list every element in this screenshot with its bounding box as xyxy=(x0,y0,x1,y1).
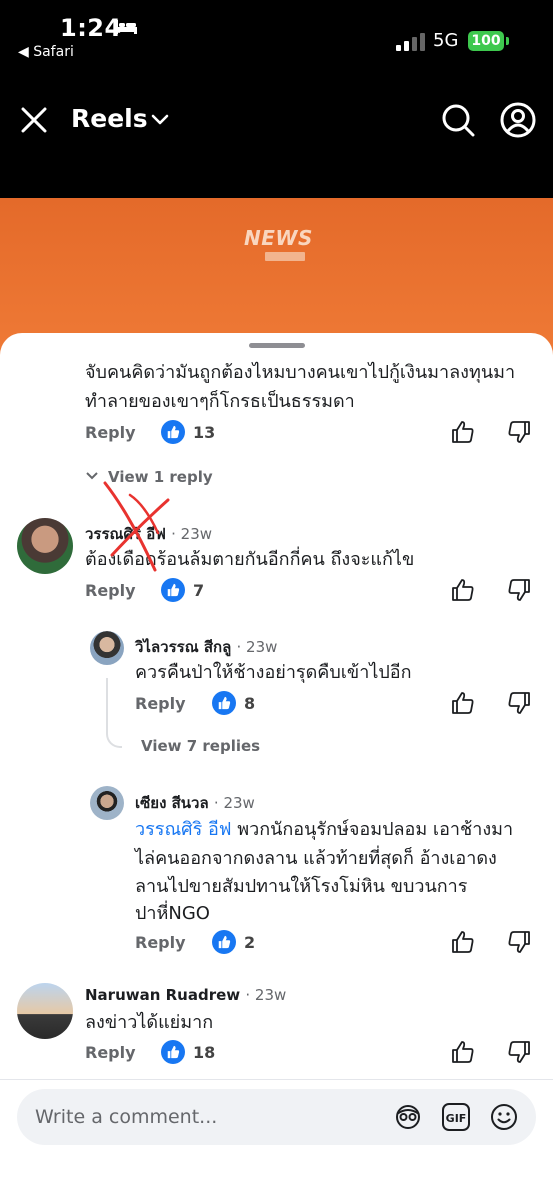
profile-icon[interactable] xyxy=(498,100,538,140)
comment-author[interactable]: วิไลวรรณ สีกลู · 23w xyxy=(135,635,277,659)
back-to-safari-link[interactable]: ◀ Safari xyxy=(18,44,74,60)
reply-button[interactable]: Reply xyxy=(85,1043,136,1062)
comment-text: วรรณศิริ อีฟ พวกนักอนุรักษ์จอมปลอม เอาช้… xyxy=(135,819,514,840)
mention-link[interactable]: วรรณศิริ อีฟ xyxy=(135,819,232,840)
avatar[interactable] xyxy=(17,983,73,1039)
like-reaction-icon xyxy=(161,420,185,444)
reply-button[interactable]: Reply xyxy=(135,694,186,713)
comment-placeholder: Write a comment... xyxy=(35,1106,218,1128)
status-time: 1:24 xyxy=(60,14,122,42)
battery-tip xyxy=(506,37,509,45)
news-logo-subbar xyxy=(265,252,305,261)
comment-input[interactable]: Write a comment... GIF xyxy=(17,1089,536,1145)
network-type: 5G xyxy=(433,30,459,51)
comment-text: ปาหี่NGO xyxy=(135,903,210,924)
battery-level: 100 xyxy=(468,31,504,51)
reaction-count[interactable]: 7 xyxy=(161,578,204,602)
search-icon[interactable] xyxy=(438,100,478,140)
cellular-signal-icon xyxy=(396,33,425,51)
avatar-sticker-icon[interactable] xyxy=(393,1102,423,1132)
svg-text:GIF: GIF xyxy=(446,1112,467,1125)
reply-button[interactable]: Reply xyxy=(85,423,136,442)
page-title[interactable]: Reels xyxy=(71,104,148,133)
downvote-icon[interactable] xyxy=(506,690,532,716)
chevron-down-icon[interactable] xyxy=(150,112,170,128)
comment-text: ควรคืนป่าให้ช้างอย่ารุดคืบเข้าไปอีก xyxy=(135,662,412,683)
status-bar: 1:24 ◀ Safari 5G 100 xyxy=(0,0,553,80)
comments-sheet: จับคนคิดว่ามันถูกต้องไหมบางคนเขาไปกู้เงิ… xyxy=(0,333,553,1200)
comment-composer: Write a comment... GIF xyxy=(0,1079,553,1200)
downvote-icon[interactable] xyxy=(506,1039,532,1065)
sleep-focus-icon xyxy=(115,20,137,34)
upvote-icon[interactable] xyxy=(450,419,476,445)
comment-author[interactable]: เซียง สีนวล · 23w xyxy=(135,791,255,815)
upvote-icon[interactable] xyxy=(450,929,476,955)
emoji-icon[interactable] xyxy=(489,1102,519,1132)
like-reaction-icon xyxy=(212,691,236,715)
thread-connector xyxy=(106,678,122,748)
gif-icon[interactable]: GIF xyxy=(441,1102,471,1132)
avatar[interactable] xyxy=(90,786,124,820)
like-reaction-icon xyxy=(161,578,185,602)
downvote-icon[interactable] xyxy=(506,929,532,955)
comment-text: ไล่คนออกจากดงลาน แล้วท้ายที่สุดก็ อ้างเอ… xyxy=(135,848,497,869)
like-reaction-icon xyxy=(161,1040,185,1064)
upvote-icon[interactable] xyxy=(450,1039,476,1065)
upvote-icon[interactable] xyxy=(450,690,476,716)
news-logo: NEWS xyxy=(244,226,313,250)
downvote-icon[interactable] xyxy=(506,419,532,445)
drag-handle[interactable] xyxy=(249,343,305,348)
reaction-count[interactable]: 8 xyxy=(212,691,255,715)
reply-button[interactable]: Reply xyxy=(135,933,186,952)
comment-text: จับคนคิดว่ามันถูกต้องไหมบางคนเขาไปกู้เงิ… xyxy=(85,362,516,383)
comment-text: ลานไปขายสัมปทานให้โรงโม่หิน ขบวนการ xyxy=(135,876,468,897)
reaction-count[interactable]: 13 xyxy=(161,420,215,444)
view-replies-link[interactable]: View 7 replies xyxy=(141,737,260,755)
reply-button[interactable]: Reply xyxy=(85,581,136,600)
red-scribble-mark xyxy=(103,481,170,572)
comment-text: ทำลายของเขาๆก็โกรธเป็นธรรมดา xyxy=(85,391,355,412)
reaction-count[interactable]: 18 xyxy=(161,1040,215,1064)
chevron-down-icon xyxy=(86,472,98,480)
downvote-icon[interactable] xyxy=(506,577,532,603)
close-icon[interactable] xyxy=(16,102,52,138)
avatar[interactable] xyxy=(17,518,73,574)
avatar[interactable] xyxy=(90,631,124,665)
comment-author[interactable]: Naruwan Ruadrew · 23w xyxy=(85,986,286,1004)
upvote-icon[interactable] xyxy=(450,577,476,603)
comment-text: ลงข่าวได้แย่มาก xyxy=(85,1012,214,1033)
reels-header: Reels xyxy=(0,80,553,198)
like-reaction-icon xyxy=(212,930,236,954)
reaction-count[interactable]: 2 xyxy=(212,930,255,954)
